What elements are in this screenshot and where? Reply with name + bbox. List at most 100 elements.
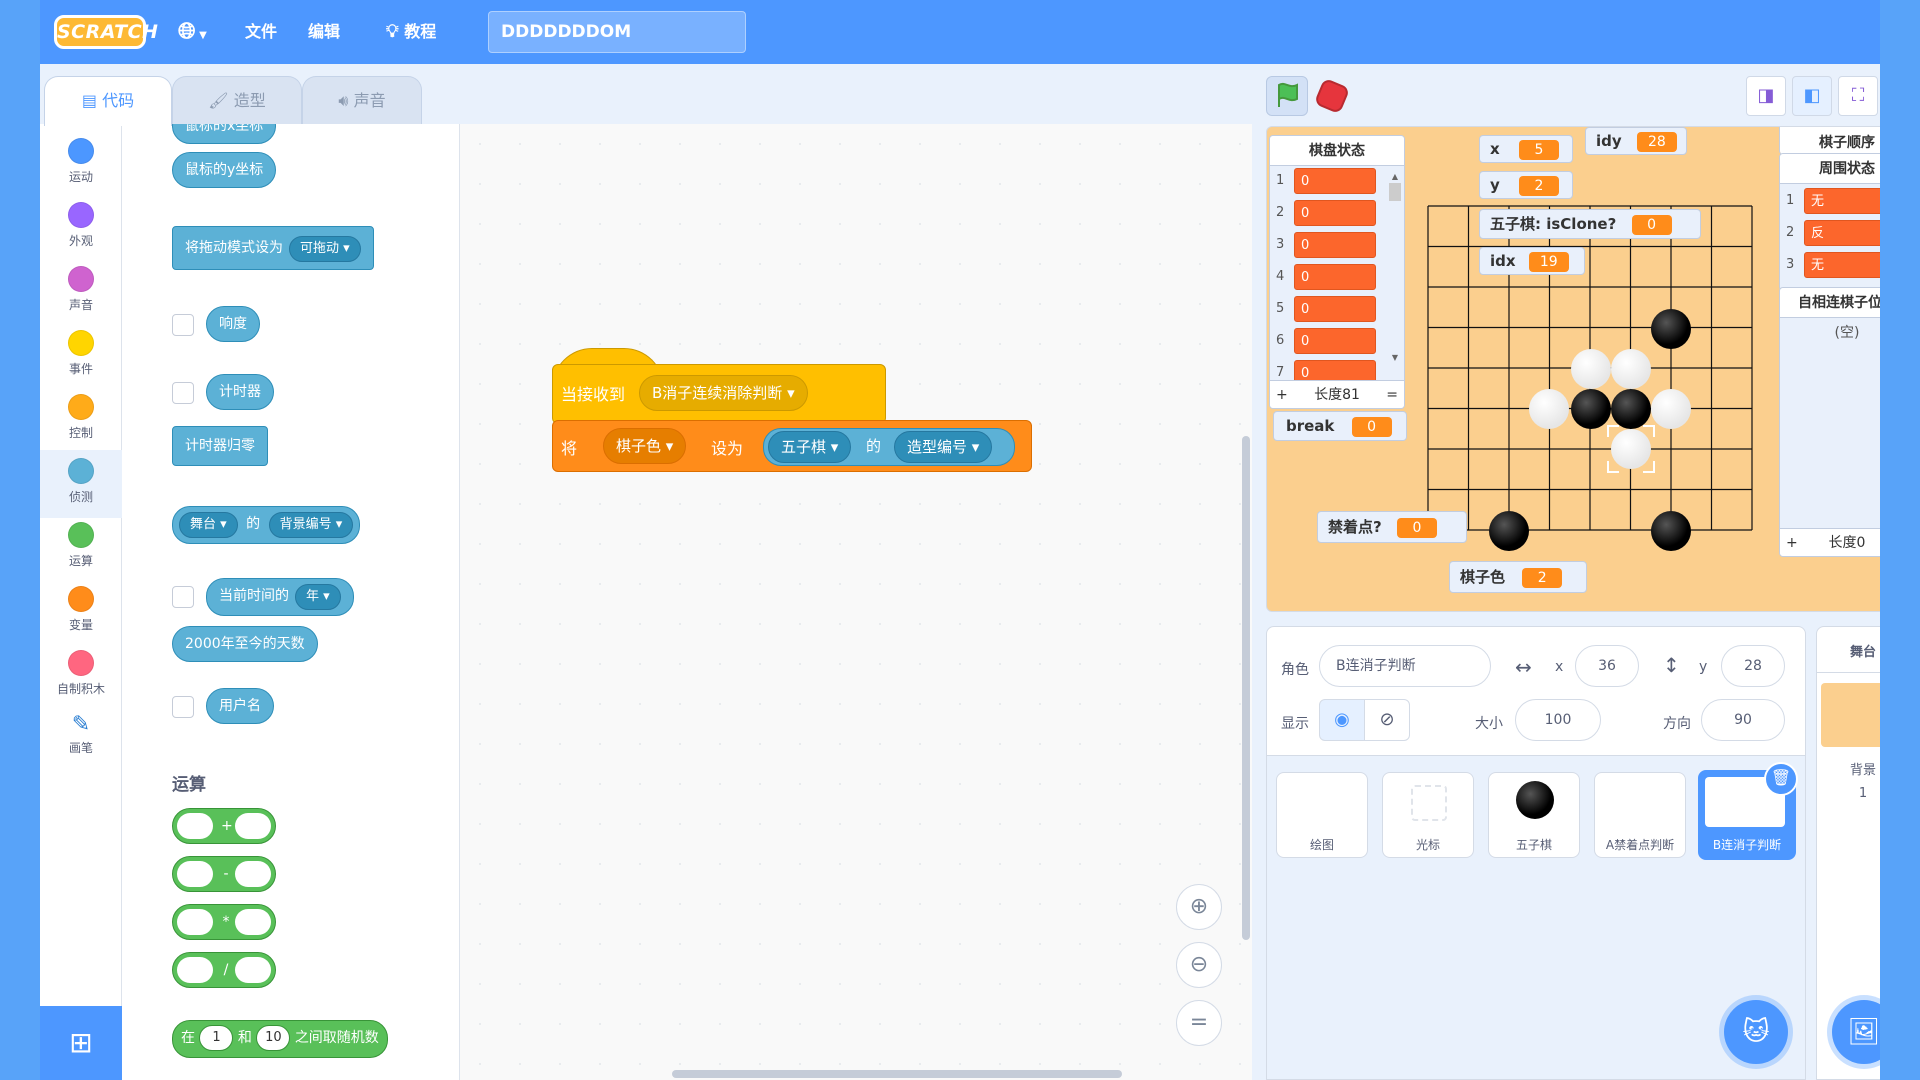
timer-checkbox[interactable]: [172, 382, 194, 404]
add-item-button[interactable]: +: [1276, 381, 1288, 408]
size-input[interactable]: 100: [1515, 699, 1601, 741]
add-extension-button[interactable]: ⊞: [40, 1006, 122, 1080]
stage-canvas[interactable]: 棋盘状态 10 20 30 40 50 60 70 ▲ ▼ + 长度81 = x…: [1266, 126, 1880, 612]
choose-sprite-button[interactable]: 🐱︎: [1724, 1000, 1788, 1064]
block-divide[interactable]: /: [172, 952, 276, 988]
attribute-dropdown[interactable]: 造型编号 ▾: [894, 431, 993, 463]
script-area[interactable]: [460, 124, 1252, 1080]
small-stage-button[interactable]: ◨: [1746, 76, 1786, 116]
edit-menu[interactable]: 编辑: [308, 18, 340, 46]
operand-right[interactable]: [235, 813, 271, 839]
tab-code[interactable]: ▤ 代码: [44, 76, 172, 126]
vertical-scrollbar[interactable]: [1242, 436, 1250, 940]
sprite-name-input[interactable]: B连消子判断: [1319, 645, 1491, 687]
monitor-idy[interactable]: idy 28: [1585, 127, 1687, 155]
sprite-tile[interactable]: 五子棋: [1488, 772, 1580, 858]
block-multiply[interactable]: *: [172, 904, 276, 940]
message-dropdown[interactable]: B消子连续消除判断 ▾: [639, 375, 808, 411]
operand-right[interactable]: [235, 957, 271, 983]
category-looks[interactable]: 外观: [40, 198, 122, 260]
board-state-list[interactable]: 棋盘状态 10 20 30 40 50 60 70 ▲ ▼ + 长度81 =: [1269, 135, 1405, 409]
direction-input[interactable]: 90: [1701, 699, 1785, 741]
delete-sprite-button[interactable]: 🗑︎: [1764, 762, 1798, 796]
category-my-blocks[interactable]: 自制积木: [40, 646, 122, 708]
project-title-input[interactable]: DDDDDDDOM: [488, 11, 746, 53]
monitor-x[interactable]: x 5: [1479, 135, 1573, 163]
block-subtract[interactable]: -: [172, 856, 276, 892]
monitor-idx[interactable]: idx 19: [1479, 247, 1585, 275]
show-hidden-button[interactable]: ⊘: [1364, 699, 1410, 741]
list-scrollbar[interactable]: ▲ ▼: [1388, 172, 1402, 362]
horizontal-scrollbar[interactable]: [672, 1070, 1122, 1078]
sprite-tile[interactable]: 光标: [1382, 772, 1474, 858]
block-username[interactable]: 用户名: [206, 688, 274, 724]
monitor-isclone[interactable]: 五子棋: isClone? 0: [1479, 209, 1701, 239]
block-add[interactable]: +: [172, 808, 276, 844]
tab-costumes[interactable]: 🖌︎ 造型: [172, 76, 302, 124]
monitor-break[interactable]: break 0: [1273, 411, 1407, 441]
random-max-input[interactable]: 10: [256, 1025, 291, 1051]
zoom-out-button[interactable]: ⊖: [1176, 942, 1222, 988]
x-input[interactable]: 36: [1575, 645, 1639, 687]
operand-left[interactable]: [177, 813, 213, 839]
category-operators[interactable]: 运算: [40, 518, 122, 580]
category-control[interactable]: 控制: [40, 390, 122, 452]
operand-left[interactable]: [177, 909, 213, 935]
piece-order-list[interactable]: 棋子顺序: [1779, 127, 1880, 155]
category-pen[interactable]: ✎ 画笔: [40, 710, 122, 772]
fullscreen-button[interactable]: ⛶: [1838, 76, 1878, 116]
block-timer[interactable]: 计时器: [206, 374, 274, 410]
resize-handle[interactable]: =: [1386, 381, 1398, 408]
username-checkbox[interactable]: [172, 696, 194, 718]
tab-sounds[interactable]: 🔊︎ 声音: [302, 76, 422, 124]
of-reporter-block[interactable]: 五子棋 ▾ 的 造型编号 ▾: [763, 428, 1015, 466]
block-reset-timer[interactable]: 计时器归零: [172, 426, 268, 466]
block-mouse-y[interactable]: 鼠标的y坐标: [172, 152, 277, 188]
tutorials-menu[interactable]: 💡︎ 教程: [386, 18, 436, 46]
stop-button[interactable]: [1313, 77, 1351, 115]
stage-dropdown[interactable]: 舞台 ▾: [179, 512, 238, 538]
category-sound[interactable]: 声音: [40, 262, 122, 324]
file-menu[interactable]: 文件: [245, 18, 277, 46]
large-stage-button[interactable]: ◧: [1792, 76, 1832, 116]
block-random[interactable]: 在 1 和 10 之间取随机数: [172, 1020, 388, 1058]
language-menu[interactable]: 🌐︎ ▼: [178, 18, 207, 46]
category-motion[interactable]: 运动: [40, 134, 122, 196]
add-item-button[interactable]: +: [1786, 529, 1798, 556]
block-backdrop-of[interactable]: 舞台 ▾ 的 背景编号 ▾: [172, 506, 361, 544]
green-flag-button[interactable]: [1266, 76, 1308, 116]
zoom-in-button[interactable]: ⊕: [1176, 884, 1222, 930]
variable-dropdown[interactable]: 棋子色 ▾: [603, 428, 687, 464]
drag-mode-dropdown[interactable]: 可拖动 ▾: [289, 236, 361, 262]
show-visible-button[interactable]: ◉: [1319, 699, 1365, 741]
block-set-drag-mode[interactable]: 将拖动模式设为 可拖动 ▾: [172, 226, 374, 270]
category-sensing[interactable]: 侦测: [40, 450, 122, 518]
block-days-since-2000[interactable]: 2000年至今的天数: [172, 626, 318, 662]
category-events[interactable]: 事件: [40, 326, 122, 388]
attribute-dropdown[interactable]: 背景编号 ▾: [268, 512, 354, 538]
operand-right[interactable]: [235, 909, 271, 935]
loudness-checkbox[interactable]: [172, 314, 194, 336]
sprite-tile[interactable]: A禁着点判断: [1594, 772, 1686, 858]
when-i-receive-block[interactable]: 当接收到 B消子连续消除判断 ▾: [552, 364, 886, 424]
set-variable-block[interactable]: 将 棋子色 ▾ 设为 五子棋 ▾ 的 造型编号 ▾: [552, 420, 1032, 472]
time-unit-dropdown[interactable]: 年 ▾: [295, 584, 341, 610]
block-mouse-x[interactable]: 鼠标的x坐标: [172, 124, 277, 144]
category-variables[interactable]: 变量: [40, 582, 122, 644]
zoom-reset-button[interactable]: =: [1176, 1000, 1222, 1046]
connected-position-list[interactable]: 自相连棋子位置 (空) + 长度0 =: [1779, 287, 1880, 557]
monitor-forbidden[interactable]: 禁着点? 0: [1317, 511, 1467, 543]
random-min-input[interactable]: 1: [199, 1025, 234, 1051]
monitor-y[interactable]: y 2: [1479, 171, 1573, 199]
operand-left[interactable]: [177, 957, 213, 983]
block-current-time[interactable]: 当前时间的年 ▾: [206, 578, 354, 616]
current-time-checkbox[interactable]: [172, 586, 194, 608]
sprite-tile[interactable]: 绘图: [1276, 772, 1368, 858]
sprite-dropdown[interactable]: 五子棋 ▾: [768, 431, 852, 463]
operand-right[interactable]: [235, 861, 271, 887]
scratch-logo[interactable]: SCRATCH: [54, 15, 158, 49]
around-state-list[interactable]: 周围状态 1无 2反 3无: [1779, 153, 1880, 291]
block-loudness[interactable]: 响度: [206, 306, 260, 342]
operand-left[interactable]: [177, 861, 213, 887]
y-input[interactable]: 28: [1721, 645, 1785, 687]
